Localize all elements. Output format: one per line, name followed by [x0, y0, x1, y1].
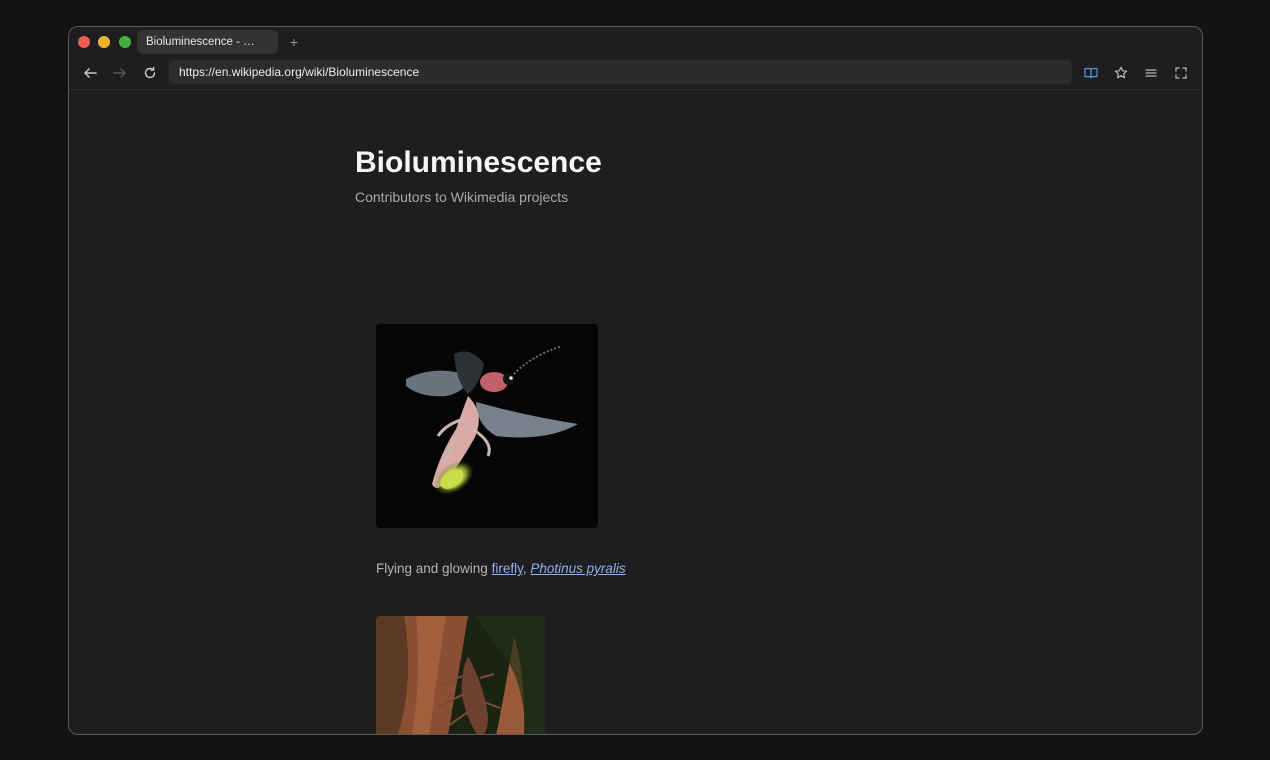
- article-byline: Contributors to Wikimedia projects: [355, 189, 569, 205]
- menu-button[interactable]: [1140, 62, 1162, 84]
- fullscreen-icon: [1175, 67, 1187, 79]
- browser-window: Bioluminescence - … + https://en.wikiped…: [68, 26, 1203, 735]
- back-button[interactable]: [78, 61, 102, 85]
- title-bar: Bioluminescence - … +: [69, 27, 1202, 57]
- forward-button[interactable]: [108, 61, 132, 85]
- toolbar: [69, 57, 1202, 90]
- figure-caption: Flying and glowing firefly, Photinus pyr…: [376, 561, 626, 576]
- arrow-right-icon: [113, 68, 126, 78]
- caption-text: Flying and glowing: [376, 561, 492, 576]
- article-title: Bioluminescence: [355, 146, 602, 179]
- page-content: Bioluminescence Contributors to Wikimedi…: [69, 90, 1202, 734]
- address-bar[interactable]: [169, 60, 1072, 84]
- minimize-window-button[interactable]: [98, 36, 110, 48]
- bookmark-button[interactable]: [1110, 62, 1132, 84]
- tree-insect-photo: [376, 616, 545, 734]
- firefly-link[interactable]: firefly: [492, 561, 523, 576]
- zoom-window-button[interactable]: [119, 36, 131, 48]
- fullscreen-button[interactable]: [1170, 62, 1192, 84]
- book-icon: [1084, 67, 1098, 79]
- reload-button[interactable]: [138, 61, 162, 85]
- tab-bioluminescence[interactable]: Bioluminescence - …: [137, 30, 278, 54]
- close-window-button[interactable]: [78, 36, 90, 48]
- firefly-image[interactable]: [376, 324, 598, 528]
- hamburger-icon: [1145, 69, 1157, 77]
- glowworm-image[interactable]: [376, 616, 545, 734]
- photinus-pyralis-link[interactable]: Photinus pyralis: [530, 561, 625, 576]
- firefly-photo: [376, 324, 598, 528]
- star-icon: [1114, 66, 1128, 79]
- reader-view-button[interactable]: [1080, 62, 1102, 84]
- arrow-left-icon: [84, 68, 97, 78]
- reload-icon: [144, 66, 156, 79]
- tab-title: Bioluminescence - …: [146, 36, 255, 48]
- new-tab-button[interactable]: +: [285, 33, 303, 51]
